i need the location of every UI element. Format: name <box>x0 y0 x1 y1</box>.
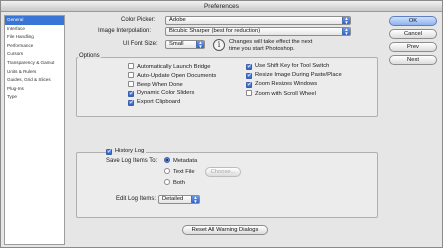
auto-update-docs-checkbox[interactable]: Auto-Update Open Documents <box>128 72 216 80</box>
checkmark-icon: ✓ <box>128 100 135 106</box>
checkmark-icon: ✓ <box>106 149 113 155</box>
checkmark-icon: ✓ <box>246 73 253 79</box>
sidebar-item-performance[interactable]: Performance <box>5 42 64 51</box>
beep-when-done-checkbox[interactable]: Beep When Done <box>128 81 183 89</box>
general-panel: Color Picker: Adobe ▲ ▼ Image Interpolati… <box>68 15 380 245</box>
radio-both[interactable]: Both <box>164 179 185 187</box>
checkbox-label: Resize Image During Paste/Place <box>255 72 342 78</box>
reset-warning-dialogs-button[interactable]: Reset All Warning Dialogs <box>182 225 268 235</box>
edit-log-items-select[interactable]: Detailed ▲ ▼ <box>158 195 200 204</box>
ui-font-size-label: UI Font Size: <box>123 41 158 47</box>
resize-during-paste-checkbox[interactable]: ✓ Resize Image During Paste/Place <box>246 72 342 79</box>
sidebar-item-plug-ins[interactable]: Plug-Ins <box>5 85 64 94</box>
cancel-button[interactable]: Cancel <box>389 29 437 39</box>
image-interpolation-select[interactable]: Bicubic Sharper (best for reduction) ▲ ▼ <box>165 27 351 36</box>
checkmark-icon: ✓ <box>246 64 253 70</box>
sidebar-item-transparency-gamut[interactable]: Transparency & Gamut <box>5 59 64 68</box>
info-icon: i <box>213 39 225 51</box>
zoom-resizes-windows-checkbox[interactable]: ✓ Zoom Resizes Windows <box>246 81 317 88</box>
radio-label: Both <box>173 180 185 186</box>
save-log-items-label: Save Log Items To: <box>106 158 158 164</box>
preferences-sidebar: General Interface File Handling Performa… <box>4 15 65 245</box>
edit-log-items-label: Edit Log Items: <box>116 196 157 202</box>
choose-button[interactable]: Choose... <box>205 167 241 177</box>
ui-font-size-value: Small <box>169 41 184 47</box>
radio-selected-icon <box>164 157 170 163</box>
checkbox-label: Beep When Done <box>137 82 183 88</box>
color-picker-value: Adobe <box>169 17 186 23</box>
color-picker-label: Color Picker: <box>121 17 156 23</box>
sidebar-item-interface[interactable]: Interface <box>5 25 64 34</box>
sidebar-item-guides-grid-slices[interactable]: Guides, Grid & Slices <box>5 76 64 85</box>
next-button[interactable]: Next <box>389 55 437 65</box>
image-interpolation-label: Image Interpolation: <box>98 28 152 34</box>
select-arrows-icon: ▲ ▼ <box>342 28 350 35</box>
shift-key-tool-switch-checkbox[interactable]: ✓ Use Shift Key for Tool Switch <box>246 63 329 70</box>
prev-button[interactable]: Prev <box>389 42 437 52</box>
checkbox-label: Automatically Launch Bridge <box>137 64 211 70</box>
radio-icon <box>164 179 170 185</box>
sidebar-item-units-rulers[interactable]: Units & Rulers <box>5 68 64 77</box>
edit-log-items-value: Detailed <box>162 196 184 202</box>
options-group-title: Options <box>78 53 101 59</box>
checkbox-box <box>246 90 252 96</box>
dynamic-color-sliders-checkbox[interactable]: ✓ Dynamic Color Sliders <box>128 90 194 97</box>
checkbox-box <box>128 72 134 78</box>
checkbox-label: Auto-Update Open Documents <box>137 73 217 79</box>
checkmark-icon: ✓ <box>128 91 135 97</box>
font-size-note: Changes will take effect the next time y… <box>229 39 312 52</box>
options-group <box>76 57 378 117</box>
checkbox-label: Use Shift Key for Tool Switch <box>255 63 330 69</box>
color-picker-select[interactable]: Adobe ▲ ▼ <box>165 16 351 25</box>
image-interpolation-value: Bicubic Sharper (best for reduction) <box>169 28 261 34</box>
radio-text-file[interactable]: Text File <box>164 168 195 176</box>
select-arrows-icon: ▲ ▼ <box>342 17 350 24</box>
select-arrows-icon: ▲ ▼ <box>191 196 199 203</box>
export-clipboard-checkbox[interactable]: ✓ Export Clipboard <box>128 99 180 106</box>
font-note-line2: time you start Photoshop. <box>229 45 295 52</box>
zoom-scroll-wheel-checkbox[interactable]: Zoom with Scroll Wheel <box>246 90 316 98</box>
window-title: Preferences <box>1 1 442 12</box>
radio-metadata[interactable]: Metadata <box>164 157 197 165</box>
sidebar-item-cursors[interactable]: Cursors <box>5 50 64 59</box>
checkbox-label: Zoom Resizes Windows <box>255 81 318 87</box>
ui-font-size-select[interactable]: Small ▲ ▼ <box>165 40 205 49</box>
checkbox-label: Zoom with Scroll Wheel <box>255 91 316 97</box>
font-note-line1: Changes will take effect the next <box>229 39 313 45</box>
preferences-window: Preferences General Interface File Handl… <box>0 0 443 248</box>
sidebar-item-file-handling[interactable]: File Handling <box>5 33 64 42</box>
history-log-title: History Log <box>115 148 145 154</box>
select-arrows-icon: ▲ ▼ <box>196 41 204 48</box>
history-log-checkbox[interactable]: ✓ History Log <box>106 148 147 155</box>
radio-icon <box>164 168 170 174</box>
checkbox-label: Export Clipboard <box>137 99 181 105</box>
checkmark-icon: ✓ <box>246 82 253 88</box>
sidebar-item-general[interactable]: General <box>5 16 64 25</box>
auto-launch-bridge-checkbox[interactable]: Automatically Launch Bridge <box>128 63 210 71</box>
checkbox-box <box>128 63 134 69</box>
checkbox-box <box>128 81 134 87</box>
checkbox-label: Dynamic Color Sliders <box>137 90 195 96</box>
ok-button[interactable]: OK <box>389 16 437 26</box>
radio-label: Metadata <box>173 158 198 164</box>
sidebar-item-type[interactable]: Type <box>5 93 64 102</box>
radio-label: Text File <box>173 169 195 175</box>
